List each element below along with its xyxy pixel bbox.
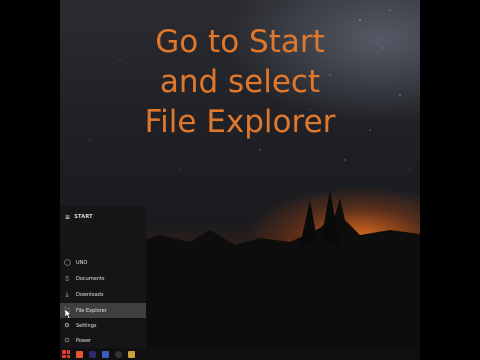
start-item-user[interactable]: ◯ UNO <box>60 255 146 270</box>
start-item-settings[interactable]: ⚙ Settings <box>60 318 146 333</box>
headline-line-2: and select <box>159 64 321 100</box>
download-icon: ⤓ <box>65 290 69 298</box>
start-item-label: UNO <box>76 259 88 266</box>
folder-icon[interactable] <box>128 350 135 358</box>
start-item-downloads[interactable]: ⤓ Downloads <box>60 287 146 302</box>
start-item-label: File Explorer <box>76 307 107 314</box>
start-item-label: Power <box>76 337 92 344</box>
start-menu-title: START <box>74 214 93 220</box>
gear-icon: ⚙ <box>64 322 70 329</box>
hamburger-menu-icon[interactable]: ≡ <box>65 214 70 220</box>
browser-icon[interactable] <box>76 350 83 358</box>
windows-logo-icon[interactable] <box>62 350 70 358</box>
headline-line-3: File Explorer <box>144 104 336 140</box>
start-item-label: Settings <box>76 322 97 329</box>
start-menu-header: ≡ START <box>65 214 93 220</box>
instruction-headline: Go to Start and select File Explorer <box>60 22 420 142</box>
user-circle-icon: ◯ <box>64 259 71 266</box>
letterbox-left <box>0 0 60 360</box>
terminal-icon[interactable] <box>89 350 96 358</box>
start-item-documents[interactable]: ▯ Documents <box>60 271 146 286</box>
record-icon[interactable] <box>115 350 122 358</box>
start-menu: ≡ START ◯ UNO ▯ Documents ⤓ Downloads 🗀 … <box>60 206 146 348</box>
mouse-cursor-icon <box>65 309 72 319</box>
start-item-label: Downloads <box>76 291 104 298</box>
headline-line-1: Go to Start <box>155 24 325 60</box>
document-icon: ▯ <box>65 275 69 282</box>
taskbar <box>60 348 420 360</box>
app-icon[interactable] <box>102 350 109 358</box>
start-item-power[interactable]: ⏻ Power <box>60 333 146 348</box>
start-item-label: Documents <box>76 275 105 282</box>
letterbox-right <box>420 0 480 360</box>
power-icon: ⏻ <box>64 336 70 344</box>
